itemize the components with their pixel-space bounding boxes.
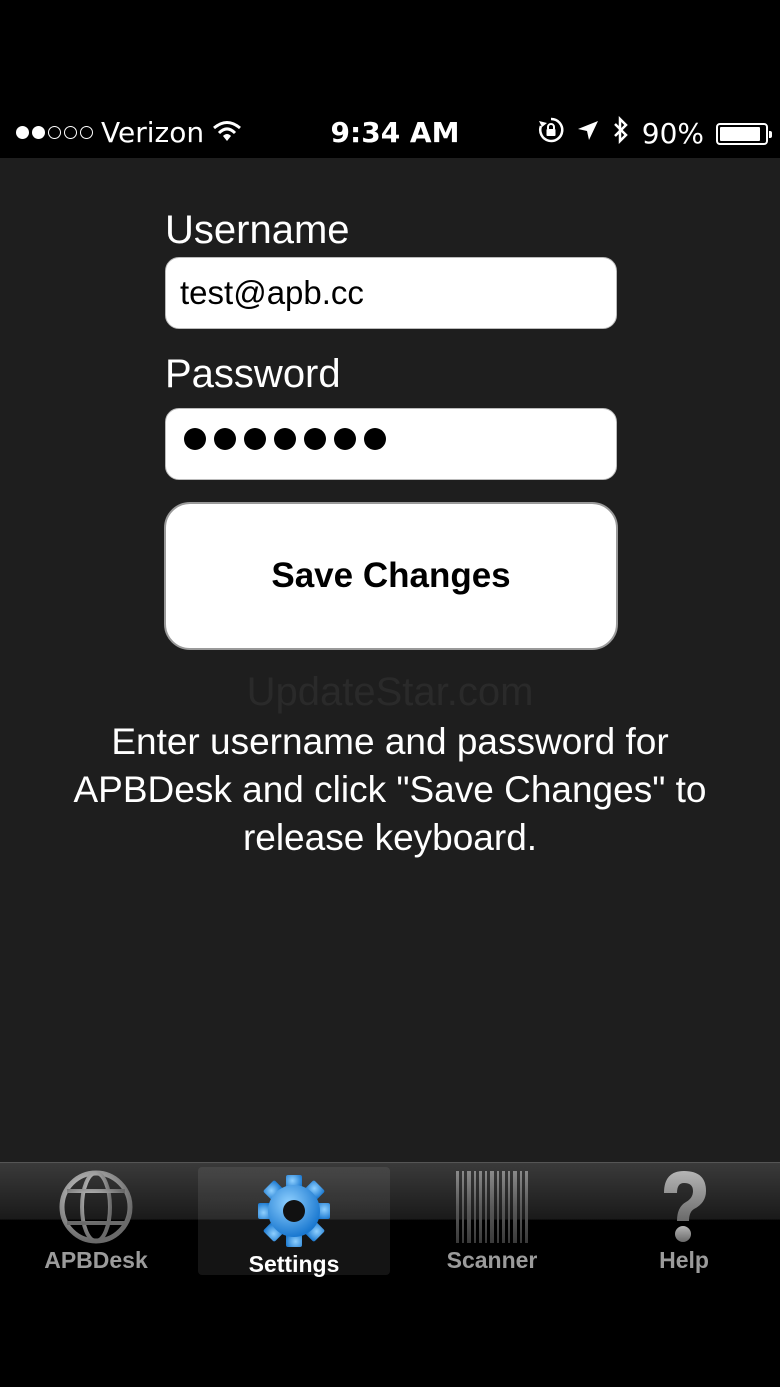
save-changes-button[interactable]: Save Changes bbox=[164, 502, 618, 650]
question-mark-icon bbox=[646, 1169, 722, 1245]
battery-percent: 90% bbox=[641, 117, 704, 150]
bluetooth-icon bbox=[612, 115, 630, 151]
settings-screen: Username Password Save Changes UpdateSta… bbox=[0, 158, 780, 1162]
tab-label: Settings bbox=[248, 1251, 340, 1277]
rotation-lock-icon bbox=[538, 117, 564, 150]
username-field[interactable] bbox=[165, 257, 617, 329]
tab-bar: APBDesk Settings Scanner Help bbox=[0, 1162, 780, 1277]
password-field[interactable] bbox=[165, 408, 617, 480]
password-dot bbox=[364, 428, 386, 450]
tab-scanner[interactable]: Scanner bbox=[396, 1163, 588, 1275]
watermark: UpdateStar.com bbox=[246, 670, 534, 714]
password-label: Password bbox=[165, 352, 341, 396]
password-dot bbox=[334, 428, 356, 450]
location-arrow-icon bbox=[576, 117, 600, 150]
barcode-icon bbox=[454, 1169, 530, 1245]
password-dot bbox=[304, 428, 326, 450]
tab-label: APBDesk bbox=[44, 1247, 148, 1273]
tab-label: Help bbox=[659, 1247, 709, 1273]
globe-icon bbox=[58, 1169, 134, 1245]
tab-label: Scanner bbox=[446, 1247, 538, 1273]
tab-help[interactable]: Help bbox=[588, 1163, 780, 1275]
password-dot bbox=[274, 428, 296, 450]
password-dot bbox=[244, 428, 266, 450]
password-dot bbox=[214, 428, 236, 450]
status-bar: Verizon 9:34 AM 90% bbox=[0, 110, 780, 156]
status-right: 90% bbox=[538, 115, 772, 151]
tab-settings[interactable]: Settings bbox=[198, 1167, 390, 1277]
password-dot bbox=[184, 428, 206, 450]
tab-apbdesk[interactable]: APBDesk bbox=[0, 1163, 192, 1275]
battery-icon bbox=[716, 122, 772, 145]
gear-icon bbox=[256, 1173, 332, 1249]
password-mask bbox=[184, 428, 386, 450]
instructions-text: Enter username and password for APBDesk … bbox=[73, 721, 707, 858]
username-label: Username bbox=[165, 208, 350, 252]
battery-fill bbox=[720, 126, 760, 141]
